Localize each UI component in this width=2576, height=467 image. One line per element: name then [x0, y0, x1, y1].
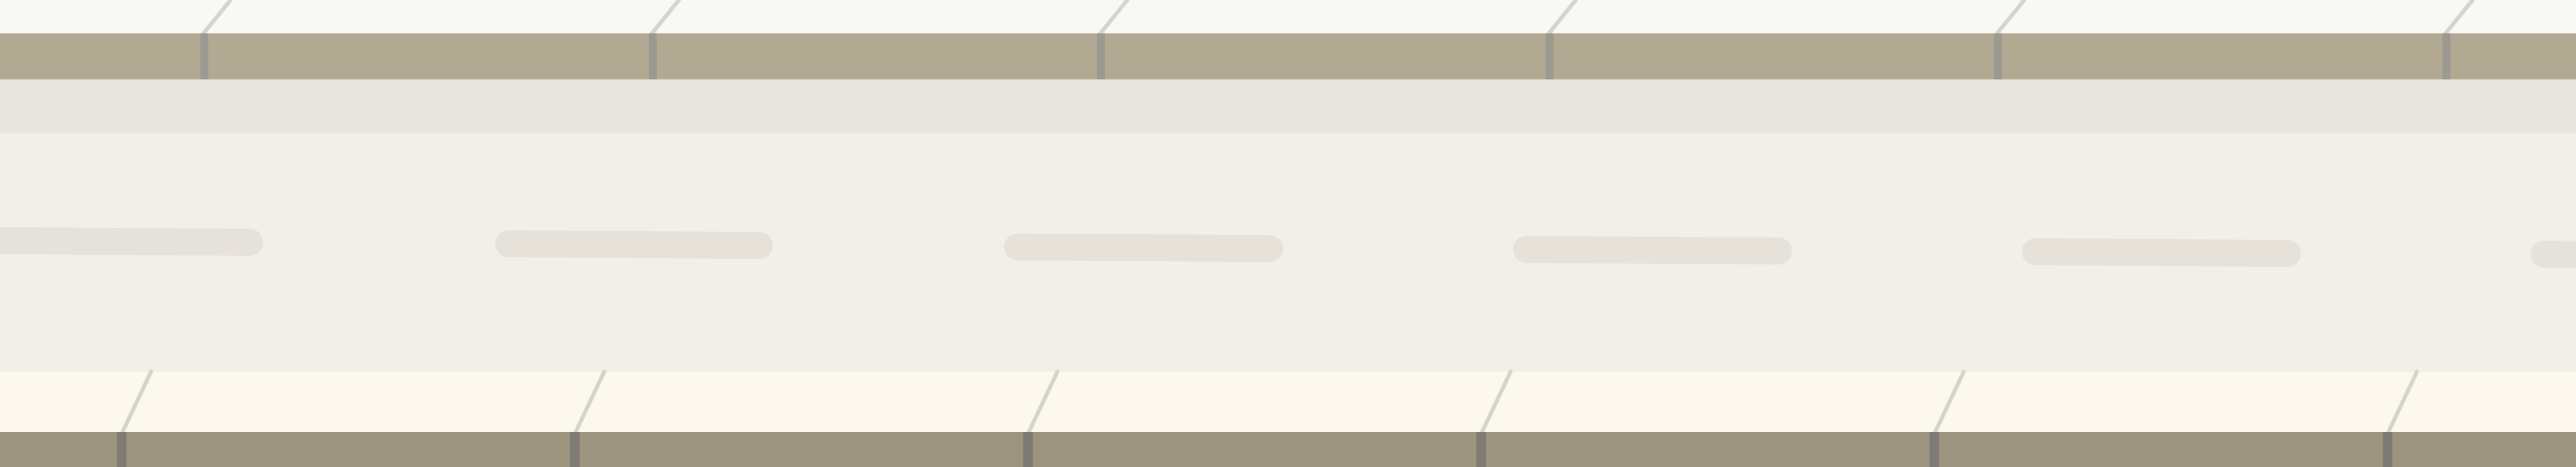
bottom-curb — [0, 432, 2576, 467]
road-surface — [0, 133, 2576, 372]
bottom-strip — [0, 372, 2576, 432]
road-scene — [0, 0, 2576, 467]
top-strip — [0, 0, 2576, 33]
sidewalk-edge — [0, 79, 2576, 133]
top-curb — [0, 33, 2576, 79]
